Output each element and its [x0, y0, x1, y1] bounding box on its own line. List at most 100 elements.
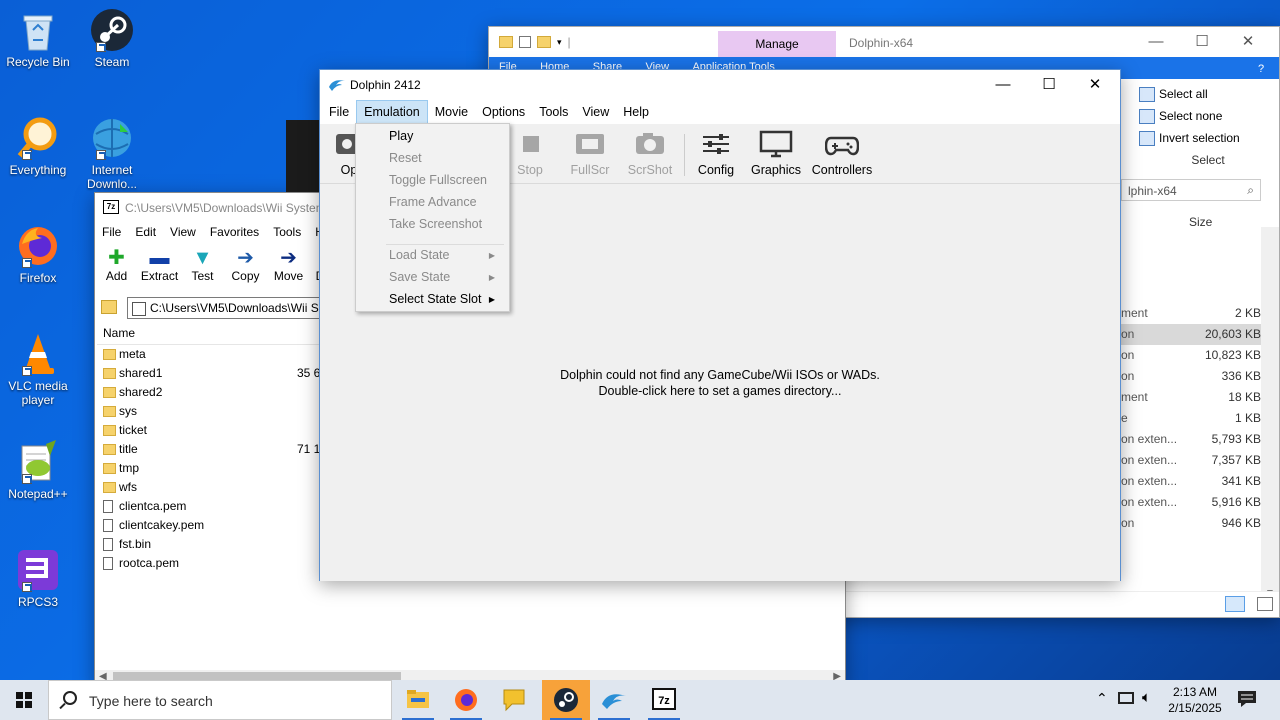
extract-button[interactable]: ▬ Extract [138, 247, 181, 291]
shortcut-arrow-icon [22, 150, 32, 160]
help-icon[interactable]: ? [1253, 61, 1269, 77]
menu-item-select-state-slot[interactable]: Select State Slot [389, 292, 481, 306]
list-item[interactable]: e 1 KB [1121, 408, 1261, 429]
menu-help[interactable]: Help [616, 100, 656, 124]
file-type: on [1121, 369, 1135, 383]
close-button[interactable]: ✕ [1072, 70, 1118, 100]
list-item[interactable]: on exten... 341 KB [1121, 471, 1261, 492]
menu-file[interactable]: File [95, 223, 128, 241]
folder-up-icon[interactable] [101, 300, 117, 314]
details-view-icon[interactable] [1225, 596, 1245, 612]
new-folder-icon[interactable] [537, 36, 551, 48]
desktop-icon-recycle-bin[interactable]: Recycle Bin [4, 8, 72, 69]
file-type: on [1121, 348, 1135, 362]
list-item[interactable]: on exten... 5,793 KB [1121, 429, 1261, 450]
desktop-icon-steam[interactable]: Steam [78, 8, 146, 69]
desktop-icon-everything[interactable]: Everything [4, 116, 72, 177]
search-input[interactable]: lphin-x64 ⌕ [1121, 179, 1261, 201]
menu-item-play[interactable]: Play [389, 129, 413, 143]
menu-view[interactable]: View [163, 223, 203, 241]
empty-game-list-message[interactable]: Dolphin could not find any GameCube/Wii … [320, 367, 1120, 399]
item-name: clientcakey.pem [119, 518, 205, 532]
everything-icon [16, 116, 60, 160]
large-icons-view-icon[interactable] [1257, 597, 1273, 611]
column-header-name[interactable]: Name [103, 326, 135, 340]
taskbar-search-box[interactable]: Type here to search [48, 680, 392, 720]
volume-icon[interactable]: 🔈︎ [1142, 689, 1151, 706]
menu-edit[interactable]: Edit [128, 223, 163, 241]
dolphin-logo-icon [329, 80, 345, 91]
menu-item-frame-advance[interactable]: Frame Advance [389, 195, 477, 209]
menu-item-reset[interactable]: Reset [389, 151, 422, 165]
taskbar-chat-app[interactable] [490, 680, 538, 720]
start-button[interactable] [0, 680, 48, 720]
config-button[interactable]: Config [694, 130, 738, 177]
network-icon[interactable] [1118, 692, 1134, 704]
copy-button[interactable]: ➔ Copy [224, 247, 267, 291]
item-name: title [119, 442, 138, 456]
select-all-button[interactable]: Select all [1135, 83, 1280, 105]
folder-icon [103, 463, 116, 474]
menu-options[interactable]: Options [475, 100, 532, 124]
invert-selection-button[interactable]: Invert selection [1135, 127, 1280, 149]
7zip-icon: 7z [652, 688, 676, 710]
tab-manage[interactable]: Manage [718, 31, 836, 57]
column-header-size[interactable]: Size [1189, 215, 1212, 229]
menu-tools[interactable]: Tools [532, 100, 575, 124]
maximize-button[interactable]: ☐ [1179, 27, 1225, 57]
list-item[interactable]: on 10,823 KB [1121, 345, 1261, 366]
list-item[interactable]: on 336 KB [1121, 366, 1261, 387]
maximize-button[interactable]: ☐ [1026, 70, 1072, 100]
desktop-icon-rpcs3[interactable]: RPCS3 [4, 548, 72, 609]
taskbar-dolphin[interactable] [590, 680, 638, 720]
chevron-up-icon[interactable]: ⌃ [1096, 690, 1108, 707]
taskbar-7zip[interactable]: 7z [640, 680, 688, 720]
taskbar-firefox[interactable] [442, 680, 490, 720]
close-button[interactable]: ✕ [1225, 27, 1271, 57]
menu-view[interactable]: View [575, 100, 616, 124]
list-item[interactable]: on exten... 5,916 KB [1121, 492, 1261, 513]
select-none-button[interactable]: Select none [1135, 105, 1280, 127]
menu-file[interactable]: File [322, 100, 356, 124]
list-item[interactable]: ment 18 KB [1121, 387, 1261, 408]
list-item[interactable]: on 946 KB [1121, 513, 1261, 534]
desktop-icon-notepadpp[interactable]: Notepad++ [4, 440, 72, 501]
desktop-icon-idm[interactable]: Internet Downlo... [78, 116, 146, 192]
desktop-icon-label: Internet Downlo... [86, 163, 138, 191]
menu-tools[interactable]: Tools [266, 223, 308, 241]
list-item[interactable]: on exten... 7,357 KB [1121, 450, 1261, 471]
dolphin-titlebar[interactable]: Dolphin 2412 — ☐ ✕ [320, 70, 1120, 100]
menu-item-toggle-fullscreen[interactable]: Toggle Fullscreen [389, 173, 487, 187]
chevron-down-icon[interactable]: ▾ [557, 37, 562, 48]
fullscreen-button[interactable]: FullScr [568, 130, 612, 177]
screenshot-button[interactable]: ScrShot [626, 130, 674, 177]
desktop-icon-firefox[interactable]: Firefox [4, 224, 72, 285]
move-button[interactable]: ➔ Move [267, 247, 310, 291]
add-button[interactable]: ✚ Add [95, 247, 138, 291]
menu-item-save-state[interactable]: Save State [389, 270, 450, 284]
menu-movie[interactable]: Movie [428, 100, 475, 124]
controllers-button[interactable]: Controllers [810, 130, 874, 177]
desktop-icon-vlc[interactable]: VLC media player [4, 332, 72, 407]
minimize-button[interactable]: — [980, 70, 1026, 100]
menu-favorites[interactable]: Favorites [203, 223, 266, 241]
taskbar-steam[interactable] [542, 680, 590, 720]
taskbar-clock[interactable]: 2:13 AM 2/15/2025 [1160, 684, 1230, 716]
folder-icon[interactable] [499, 36, 513, 48]
folder-icon [103, 425, 116, 436]
menu-item-load-state[interactable]: Load State [389, 248, 449, 262]
explorer-titlebar[interactable]: ▾ | Manage Dolphin-x64 — ☐ ✕ [489, 27, 1279, 57]
list-item[interactable]: on 20,603 KB [1121, 324, 1261, 345]
list-item[interactable]: ment 2 KB [1121, 303, 1261, 324]
menu-item-take-screenshot[interactable]: Take Screenshot [389, 217, 482, 231]
item-name: fst.bin [119, 537, 152, 551]
taskbar-file-explorer[interactable] [394, 680, 442, 720]
graphics-button[interactable]: Graphics [750, 130, 802, 177]
stop-button[interactable]: Stop [510, 130, 550, 177]
notification-center-icon[interactable] [1236, 688, 1258, 710]
test-button[interactable]: ▼ Test [181, 247, 224, 291]
properties-icon[interactable] [519, 36, 531, 48]
vertical-scrollbar[interactable]: ▼ [1261, 227, 1279, 601]
minimize-button[interactable]: — [1133, 27, 1179, 57]
menu-emulation[interactable]: Emulation [356, 100, 428, 124]
